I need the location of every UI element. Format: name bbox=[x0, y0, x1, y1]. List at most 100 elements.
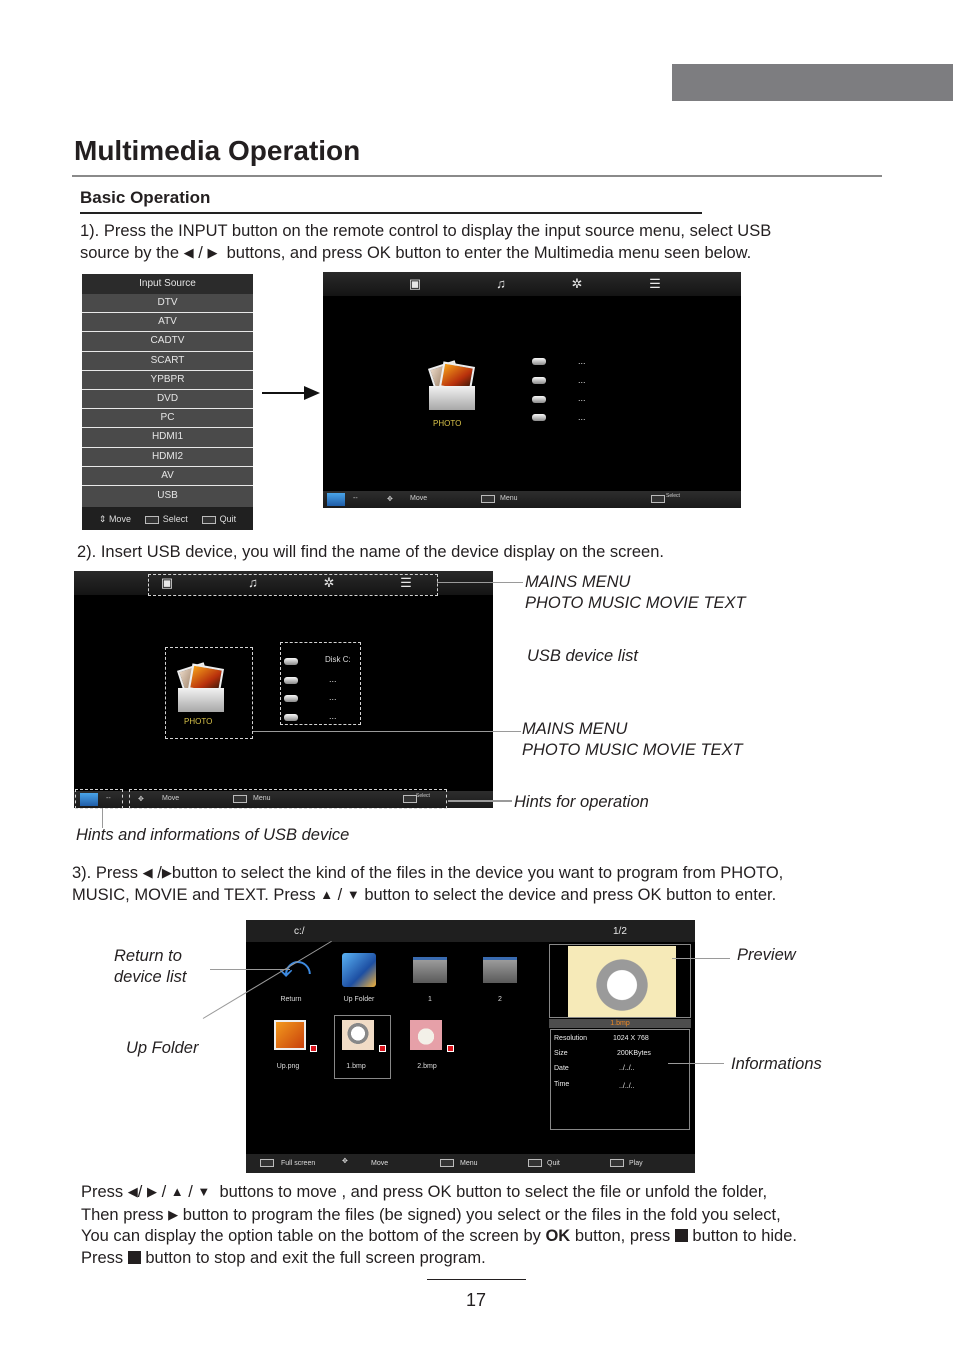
image-thumbnail[interactable] bbox=[410, 1020, 442, 1050]
step3-line1: 3). Press ◀ /▶button to select the kind … bbox=[72, 862, 783, 884]
left-arrow-icon: ◀ bbox=[142, 865, 153, 880]
preview-filename: 1.bmp bbox=[549, 1019, 691, 1028]
disk-icon bbox=[284, 714, 298, 721]
usb-device-screen: ▣ ♫ ✲ ☰ PHOTO Disk C: ... ... ... -- ✥ M… bbox=[74, 571, 493, 808]
right-arrow-icon: ▶ bbox=[161, 865, 172, 880]
file-label: Up.png bbox=[276, 1063, 300, 1070]
input-source-item-cadtv[interactable]: CADTV bbox=[82, 332, 253, 352]
checked-icon[interactable] bbox=[310, 1045, 317, 1052]
file-info-panel: Resolution 1024 X 768 Size 200KBytes Dat… bbox=[550, 1029, 690, 1130]
arrow-connector bbox=[262, 392, 310, 394]
file-browser-hints: Full screen ✥ Move Menu Quit Play bbox=[246, 1154, 695, 1173]
input-source-item-hdmi2[interactable]: HDMI2 bbox=[82, 447, 253, 467]
checked-icon[interactable] bbox=[379, 1045, 386, 1052]
input-source-item-scart[interactable]: SCART bbox=[82, 351, 253, 371]
info-value: ../../.. bbox=[619, 1083, 635, 1090]
annotation-return: Return to device list bbox=[114, 946, 186, 988]
text: Select bbox=[162, 514, 188, 524]
page-number-divider bbox=[427, 1279, 526, 1280]
device-item[interactable]: ... bbox=[329, 674, 337, 684]
instructions-line2: Then press ▶ button to program the files… bbox=[81, 1204, 797, 1227]
device-item[interactable]: Disk C: bbox=[325, 655, 351, 664]
disk-icon bbox=[284, 695, 298, 702]
folder-icon[interactable] bbox=[483, 957, 517, 983]
device-item[interactable]: ... bbox=[578, 412, 586, 422]
step3-line2: MUSIC, MOVIE and TEXT. Press ▲ / ▼ butto… bbox=[72, 884, 783, 906]
page-title: Multimedia Operation bbox=[74, 135, 361, 166]
current-path: c:/ bbox=[294, 926, 305, 937]
file-browser-screen: c:/ 1/2 ⤺ Return Up Folder 1 2 Up.png 1.… bbox=[246, 920, 695, 1173]
ok-key-icon bbox=[610, 1159, 624, 1167]
annotation-informations: Informations bbox=[731, 1055, 822, 1073]
hint-select: Select bbox=[666, 493, 680, 499]
section-divider bbox=[80, 212, 702, 214]
up-folder-icon[interactable] bbox=[342, 953, 376, 987]
info-key: Date bbox=[554, 1065, 569, 1072]
page-indicator: 1/2 bbox=[613, 926, 627, 937]
text: / bbox=[188, 1183, 193, 1201]
input-source-item-ypbpr[interactable]: YPBPR bbox=[82, 370, 253, 390]
menu-key-icon bbox=[481, 495, 495, 503]
device-item[interactable]: ... bbox=[578, 375, 586, 385]
text: Then press bbox=[81, 1205, 164, 1224]
text: button to select the device and press OK… bbox=[364, 886, 777, 904]
image-thumbnail[interactable] bbox=[342, 1020, 374, 1050]
text: PHOTO MUSIC MOVIE TEXT bbox=[522, 741, 743, 759]
input-source-item-dvd[interactable]: DVD bbox=[82, 389, 253, 410]
input-source-item-hdmi1[interactable]: HDMI1 bbox=[82, 428, 253, 448]
input-source-item-usb[interactable]: USB bbox=[82, 485, 253, 507]
disk-icon bbox=[284, 658, 298, 665]
annotation-hints-operation: Hints for operation bbox=[514, 793, 649, 811]
device-item[interactable]: ... bbox=[329, 711, 337, 721]
text: button, press bbox=[574, 1227, 671, 1245]
hint-play: Play bbox=[629, 1160, 643, 1167]
step3-text: 3). Press ◀ / ▶button to select the kind … bbox=[72, 862, 783, 906]
hint-move: Move bbox=[410, 495, 428, 502]
disk-icon bbox=[532, 377, 546, 384]
fullscreen-key-icon bbox=[260, 1159, 274, 1167]
stop-icon bbox=[674, 1229, 688, 1242]
hint-fullscreen: Full screen bbox=[281, 1160, 316, 1167]
disk-icon bbox=[532, 396, 546, 403]
stop-icon bbox=[127, 1250, 141, 1264]
text: 3). Press bbox=[72, 864, 139, 882]
down-arrow-icon: ▼ bbox=[346, 887, 360, 902]
right-arrow-icon: ▶ bbox=[207, 245, 218, 260]
instructions-line3: You can display the option table on the … bbox=[81, 1226, 797, 1248]
header-band bbox=[672, 64, 953, 101]
menu-key-icon bbox=[440, 1159, 454, 1167]
annotation-usb-device-list: USB device list bbox=[527, 647, 638, 665]
annotation-mains-menu-2: MAINS MENU PHOTO MUSIC MOVIE TEXT bbox=[522, 719, 743, 761]
image-thumbnail[interactable] bbox=[274, 1020, 306, 1050]
text: PHOTO MUSIC MOVIE TEXT bbox=[525, 594, 746, 612]
text: Return to bbox=[114, 947, 182, 965]
checked-icon[interactable] bbox=[447, 1045, 454, 1052]
photo-icon[interactable]: ▣ bbox=[408, 277, 422, 290]
device-info: -- bbox=[353, 495, 358, 502]
text: / bbox=[161, 1183, 167, 1201]
text: source by the bbox=[80, 244, 180, 262]
instructions-text: Press ◀/ ▶ / ▲ / ▼ buttons to move , and… bbox=[81, 1181, 797, 1269]
device-item[interactable]: ... bbox=[578, 393, 586, 403]
text: buttons to move , and press OK button to… bbox=[219, 1183, 768, 1201]
movie-icon[interactable]: ✲ bbox=[570, 277, 584, 290]
right-arrow-icon: ▶ bbox=[168, 1206, 179, 1222]
folder-icon[interactable] bbox=[413, 957, 447, 983]
item-label: Up Folder bbox=[343, 996, 375, 1003]
device-item[interactable]: ... bbox=[329, 692, 337, 702]
info-value: 1024 X 768 bbox=[613, 1035, 649, 1042]
input-source-item-dtv[interactable]: DTV bbox=[82, 294, 253, 314]
input-source-item-pc[interactable]: PC bbox=[82, 409, 253, 429]
input-source-item-av[interactable]: AV bbox=[82, 466, 253, 486]
input-source-item-atv[interactable]: ATV bbox=[82, 313, 253, 333]
text: Move bbox=[108, 513, 131, 524]
hint-select: Select bbox=[144, 514, 188, 524]
text-icon[interactable]: ☰ bbox=[648, 277, 662, 290]
music-icon[interactable]: ♫ bbox=[494, 277, 508, 290]
hint-quit: Quit bbox=[201, 514, 236, 524]
photo-folder-icon[interactable] bbox=[427, 360, 476, 412]
device-info-highlight bbox=[75, 789, 123, 809]
leader-line bbox=[253, 731, 521, 732]
preview-panel bbox=[549, 944, 691, 1018]
device-item[interactable]: ... bbox=[578, 356, 586, 366]
